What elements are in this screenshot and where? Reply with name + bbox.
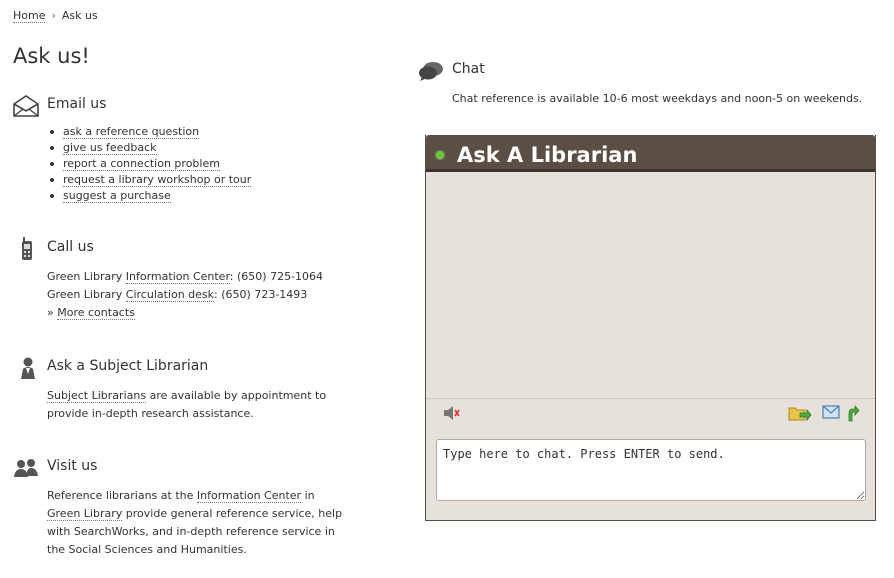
list-item: suggest a purchase: [49, 188, 251, 204]
page-title: Ask us!: [13, 44, 90, 68]
person-icon: [21, 357, 35, 379]
visit-text: in: [301, 489, 315, 502]
email-transcript-icon[interactable]: [822, 405, 840, 419]
visit-heading: Visit us: [47, 458, 98, 474]
information-center-link[interactable]: Information Center: [196, 489, 302, 503]
chat-message-area: [426, 172, 875, 399]
chat-widget-header: Ask A Librarian: [426, 135, 875, 172]
chat-message-input[interactable]: [436, 439, 866, 501]
line-prefix: Green Library: [47, 270, 126, 283]
chat-widget: Ask A Librarian: [425, 135, 876, 521]
chat-toolbar: [426, 403, 875, 425]
circulation-phone: : (650) 723-1493: [214, 288, 308, 301]
email-heading: Email us: [47, 96, 107, 112]
circulation-phone-line: Green Library Circulation desk: (650) 72…: [47, 286, 323, 304]
phone-icon: [22, 237, 32, 260]
visit-text: provide general reference service, help: [122, 507, 343, 520]
envelope-icon: [13, 95, 39, 117]
call-section: Call us Green Library Information Center…: [13, 237, 403, 327]
email-link-list: ask a reference question give us feedbac…: [47, 124, 252, 204]
visit-line-4: the Social Sciences and Humanities.: [47, 543, 247, 556]
info-center-phone-line: Green Library Information Center: (650) …: [47, 268, 323, 286]
subject-line-2: provide in-depth research assistance.: [47, 407, 254, 420]
list-item: give us feedback: [49, 140, 251, 156]
call-heading: Call us: [47, 239, 94, 255]
breadcrumb-separator: ›: [51, 9, 56, 22]
send-file-icon[interactable]: [788, 404, 812, 422]
request-workshop-link[interactable]: request a library workshop or tour: [63, 173, 252, 187]
visit-text: Reference librarians at the: [47, 489, 197, 502]
list-item: request a library workshop or tour: [49, 172, 252, 188]
info-center-phone: : (650) 725-1064: [229, 270, 324, 283]
visit-section: Visit us Reference librarians at the Inf…: [13, 456, 403, 566]
visit-line-1: Reference librarians at the Information …: [47, 487, 342, 505]
email-section: Email us ask a reference question give u…: [13, 94, 403, 214]
breadcrumb-current: Ask us: [61, 9, 98, 22]
breadcrumb: Home › Ask us: [13, 9, 98, 23]
breadcrumb-home-link[interactable]: Home: [13, 9, 46, 23]
chat-bubbles-icon: [419, 62, 443, 81]
circulation-desk-link[interactable]: Circulation desk: [125, 288, 215, 302]
ask-reference-question-link[interactable]: ask a reference question: [63, 125, 200, 139]
more-prefix: »: [47, 306, 58, 319]
information-center-link[interactable]: Information Center: [125, 270, 230, 284]
green-library-link[interactable]: Green Library: [47, 507, 123, 521]
chat-availability-text: Chat reference is available 10-6 most we…: [452, 92, 863, 105]
line-prefix: Green Library: [47, 288, 126, 301]
report-connection-problem-link[interactable]: report a connection problem: [63, 157, 220, 171]
subject-librarians-link[interactable]: Subject Librarians: [47, 389, 147, 403]
chat-widget-title: Ask A Librarian: [457, 143, 638, 167]
more-contacts-link[interactable]: More contacts: [57, 306, 135, 320]
list-item: report a connection problem: [49, 156, 251, 172]
online-status-icon: [436, 151, 444, 159]
speaker-icon[interactable]: [442, 405, 460, 421]
people-icon: [14, 459, 38, 477]
visit-line-2: Green Library provide general reference …: [47, 505, 342, 523]
more-contacts-line: » More contacts: [47, 304, 323, 322]
give-feedback-link[interactable]: give us feedback: [63, 141, 157, 155]
subject-line-1: Subject Librarians are available by appo…: [47, 387, 326, 405]
subject-librarian-heading: Ask a Subject Librarian: [47, 358, 209, 374]
popout-icon[interactable]: [846, 404, 860, 422]
subject-text: are available by appointment to: [146, 389, 327, 402]
list-item: ask a reference question: [49, 124, 251, 140]
chat-heading: Chat: [452, 61, 485, 77]
visit-line-3: with SearchWorks, and in-depth reference…: [47, 525, 335, 538]
subject-librarian-section: Ask a Subject Librarian Subject Libraria…: [13, 356, 403, 426]
suggest-purchase-link[interactable]: suggest a purchase: [63, 189, 171, 203]
